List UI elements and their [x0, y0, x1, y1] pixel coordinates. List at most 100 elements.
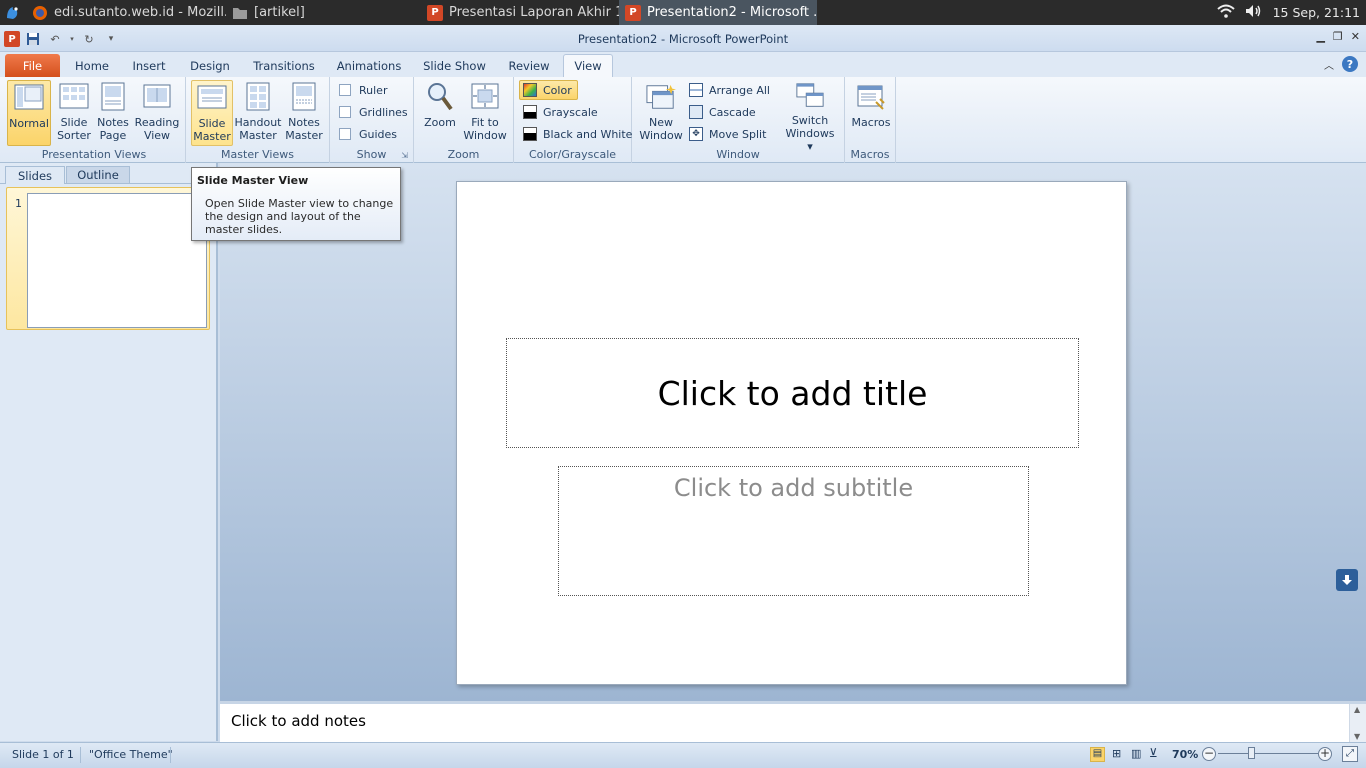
next-slide-arrow-icon[interactable] — [1336, 569, 1358, 591]
tooltip-body: Open Slide Master view to change the des… — [205, 197, 394, 236]
zoom-slider-track[interactable] — [1218, 753, 1318, 754]
grayscale-button[interactable]: Grayscale — [523, 102, 598, 122]
slide-sorter-button[interactable]: Slide Sorter — [52, 80, 96, 146]
ruler-checkbox-box[interactable] — [339, 84, 351, 96]
volume-icon[interactable] — [1245, 4, 1263, 22]
tab-slide-show[interactable]: Slide Show — [417, 54, 492, 77]
handout-master-label-2: Master — [239, 129, 277, 142]
black-white-swatch-icon — [523, 127, 537, 141]
macros-label: Macros — [851, 116, 891, 129]
tab-insert[interactable]: Insert — [125, 54, 173, 77]
notes-placeholder[interactable]: Click to add notes — [231, 712, 366, 730]
slide-sorter-icon — [59, 81, 89, 113]
app-launcher-icon[interactable] — [0, 0, 26, 25]
normal-view-button[interactable]: Normal — [7, 80, 51, 146]
cascade-icon — [689, 105, 703, 119]
tab-slides[interactable]: Slides — [5, 166, 65, 184]
magnifier-icon — [425, 81, 455, 113]
gridlines-checkbox[interactable]: Gridlines — [339, 102, 408, 122]
switch-windows-icon — [795, 81, 825, 111]
firefox-icon — [32, 5, 48, 21]
guides-checkbox[interactable]: Guides — [339, 124, 397, 144]
help-icon[interactable]: ? — [1342, 56, 1358, 72]
group-presentation-views: Normal Slide Sorter Notes Page Reading V… — [3, 77, 186, 163]
guides-checkbox-box[interactable] — [339, 128, 351, 140]
minimize-icon[interactable]: ▁ — [1316, 30, 1324, 43]
notes-scrollbar[interactable]: ▲ ▼ — [1349, 704, 1366, 742]
task-folder[interactable]: [artikel] — [226, 0, 421, 25]
minimize-ribbon-icon[interactable]: ︿ — [1324, 57, 1334, 72]
title-placeholder[interactable]: Click to add title — [506, 338, 1079, 448]
reading-view-button[interactable]: Reading View — [134, 80, 180, 146]
tab-file[interactable]: File — [5, 54, 60, 77]
new-window-button[interactable]: New Window — [638, 80, 684, 146]
tab-design[interactable]: Design — [183, 54, 237, 77]
black-and-white-button[interactable]: Black and White — [523, 124, 632, 144]
zoom-level[interactable]: 70% — [1172, 748, 1198, 761]
group-label-master-views: Master Views — [221, 148, 294, 161]
cascade-button[interactable]: Cascade — [689, 102, 756, 122]
slide-sorter-status-icon[interactable]: ⊞ — [1112, 747, 1121, 760]
tooltip-title: Slide Master View — [197, 174, 309, 187]
slide-count-status: Slide 1 of 1 — [12, 748, 74, 761]
window-title: Presentation2 - Microsoft PowerPoint — [577, 32, 789, 46]
ribbon-tab-row: File Home Insert Design Transitions Anim… — [0, 52, 1366, 77]
move-split-button[interactable]: ✥ Move Split — [689, 124, 766, 144]
zoom-in-icon[interactable]: + — [1318, 747, 1332, 761]
task-label: edi.sutanto.web.id - Mozill... — [54, 5, 226, 20]
guides-label: Guides — [359, 127, 398, 141]
tab-outline[interactable]: Outline — [66, 166, 130, 184]
zoom-slider-thumb[interactable] — [1248, 747, 1255, 759]
task-presentation2[interactable]: P Presentation2 - Microsoft ... — [619, 0, 817, 25]
tab-view[interactable]: View — [563, 54, 613, 77]
slide-master-button[interactable]: Slide Master — [191, 80, 233, 146]
notes-master-button[interactable]: Notes Master — [283, 80, 325, 146]
tab-review[interactable]: Review — [502, 54, 556, 77]
gridlines-checkbox-box[interactable] — [339, 106, 351, 118]
arrange-all-button[interactable]: Arrange All — [689, 80, 770, 100]
fit-to-window-button[interactable]: Fit to Window — [462, 80, 508, 146]
clock[interactable]: 15 Sep, 21:11 — [1273, 5, 1360, 20]
grayscale-label: Grayscale — [543, 105, 598, 119]
restore-icon[interactable]: ❐ — [1333, 30, 1343, 43]
notes-pane[interactable]: Click to add notes ▲ ▼ — [220, 701, 1366, 742]
zoom-out-icon[interactable]: − — [1202, 747, 1216, 761]
gridlines-label: Gridlines — [359, 105, 408, 119]
slide-thumbnail-selected[interactable]: 1 — [6, 187, 210, 330]
fit-slide-icon[interactable]: ⤢ — [1342, 746, 1358, 762]
group-show: Ruler Gridlines Guides Show ⇲ — [330, 77, 414, 163]
tab-animations[interactable]: Animations — [331, 54, 407, 77]
close-icon[interactable]: ✕ — [1351, 30, 1360, 43]
dialog-launcher-icon[interactable]: ⇲ — [401, 151, 408, 160]
zoom-button[interactable]: Zoom — [419, 80, 461, 146]
slides-panel: Slides Outline 1 — [0, 163, 218, 741]
macros-button[interactable]: Macros — [849, 80, 893, 146]
wifi-icon[interactable] — [1216, 4, 1235, 22]
task-presentasi[interactable]: P Presentasi Laporan Akhir 1... — [421, 0, 619, 25]
new-window-label-2: Window — [639, 129, 683, 142]
notes-page-icon — [98, 81, 128, 113]
new-window-label-1: New — [649, 116, 673, 129]
task-firefox[interactable]: edi.sutanto.web.id - Mozill... — [26, 0, 226, 25]
theme-status[interactable]: "Office Theme" — [89, 748, 173, 761]
tab-transitions[interactable]: Transitions — [247, 54, 321, 77]
tab-home[interactable]: Home — [68, 54, 116, 77]
notes-master-icon — [289, 81, 319, 113]
notes-page-button[interactable]: Notes Page — [93, 80, 133, 146]
handout-master-label-1: Handout — [234, 116, 282, 129]
slide-show-status-icon[interactable]: ⊻ — [1149, 746, 1158, 760]
tooltip: Slide Master View Open Slide Master view… — [191, 167, 401, 241]
notes-master-label-1: Notes — [288, 116, 320, 129]
slide-canvas[interactable]: Click to add title Click to add subtitle — [456, 181, 1127, 685]
ruler-checkbox[interactable]: Ruler — [339, 80, 387, 100]
scroll-down-icon[interactable]: ▼ — [1354, 732, 1360, 741]
slide-thumbnail[interactable] — [27, 193, 207, 328]
reading-view-status-icon[interactable]: ▥ — [1131, 747, 1141, 760]
normal-view-status-icon[interactable]: ▤ — [1090, 747, 1105, 762]
handout-master-button[interactable]: Handout Master — [234, 80, 282, 146]
switch-windows-button[interactable]: Switch Windows ▾ — [784, 80, 836, 153]
scroll-up-icon[interactable]: ▲ — [1354, 705, 1360, 714]
panel-tabs: Slides Outline — [0, 163, 218, 184]
color-button[interactable]: Color — [519, 80, 578, 100]
subtitle-placeholder[interactable]: Click to add subtitle — [558, 466, 1029, 596]
